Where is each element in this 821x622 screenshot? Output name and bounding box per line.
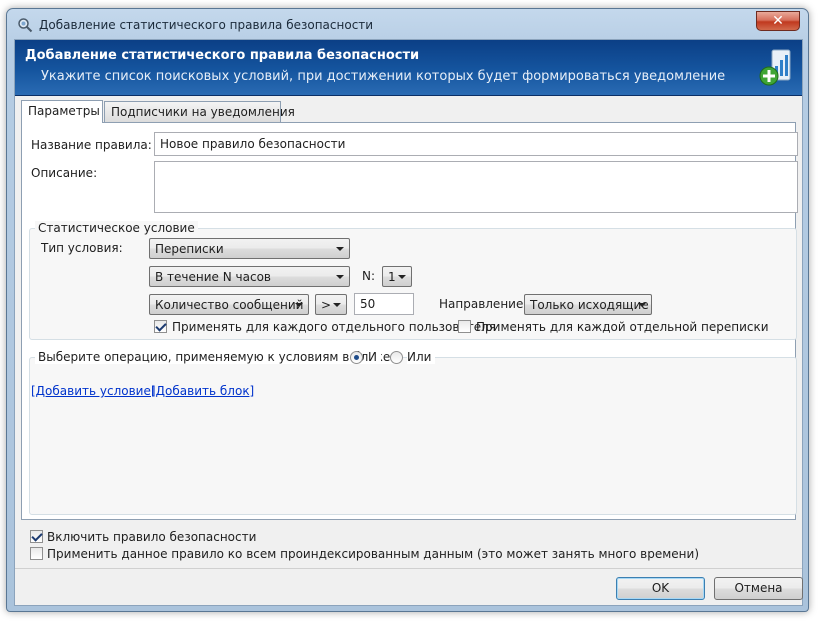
apply-indexed-checkbox[interactable] bbox=[30, 547, 43, 560]
condition-type-value: Переписки bbox=[155, 242, 224, 256]
cancel-button[interactable]: Отмена bbox=[714, 577, 803, 600]
rule-name-input[interactable]: Новое правило безопасности bbox=[154, 132, 798, 156]
period-value: В течение N часов bbox=[155, 270, 271, 284]
add-chart-icon bbox=[759, 49, 791, 86]
tab-subscribers[interactable]: Подписчики на уведомления bbox=[104, 101, 295, 122]
add-block-link[interactable]: [Добавить блок] bbox=[151, 384, 254, 398]
add-condition-link[interactable]: [Добавить условие] bbox=[31, 384, 156, 398]
description-input[interactable] bbox=[154, 161, 798, 213]
n-label: N: bbox=[362, 269, 376, 283]
apply-indexed-label: Применить данное правило ко всем проинде… bbox=[47, 547, 700, 561]
chevron-down-icon bbox=[398, 275, 406, 279]
operator-value: > bbox=[321, 298, 332, 312]
metric-select[interactable]: Количество сообщений bbox=[149, 294, 309, 315]
operations-group: Выберите операцию, применяемую к условия… bbox=[29, 350, 797, 515]
tab-panel-parameters: Название правила: Новое правило безопасн… bbox=[21, 122, 798, 520]
chevron-down-icon bbox=[295, 303, 303, 307]
per-user-checkbox[interactable] bbox=[154, 320, 167, 333]
condition-type-label: Тип условия: bbox=[41, 241, 123, 255]
tab-subscribers-label: Подписчики на уведомления bbox=[111, 105, 295, 119]
metric-value: Количество сообщений bbox=[155, 298, 304, 312]
period-select[interactable]: В течение N часов bbox=[149, 266, 350, 287]
close-button[interactable]: ✕ bbox=[756, 11, 800, 31]
direction-select[interactable]: Только исходящие bbox=[524, 294, 652, 315]
dialog-client-area: Добавление статистического правила безоп… bbox=[14, 39, 803, 606]
banner-subtitle: Укажите список поисковых условий, при до… bbox=[41, 69, 726, 84]
or-radio[interactable] bbox=[390, 351, 403, 364]
title-bar[interactable]: Добавление статистического правила безоп… bbox=[7, 9, 808, 39]
dialog-window: Добавление статистического правила безоп… bbox=[6, 8, 809, 612]
n-value: 1 bbox=[388, 270, 396, 284]
tab-parameters-label: Параметры bbox=[28, 104, 100, 118]
statistic-condition-legend: Статистическое условие bbox=[35, 221, 198, 235]
per-conversation-checkbox[interactable] bbox=[458, 320, 471, 333]
direction-label: Направление: bbox=[439, 297, 528, 311]
n-select[interactable]: 1 bbox=[382, 266, 412, 287]
tab-parameters[interactable]: Параметры bbox=[21, 100, 103, 123]
tab-strip: Параметры Подписчики на уведомления bbox=[21, 100, 796, 123]
enable-rule-label: Включить правило безопасности bbox=[47, 530, 257, 544]
per-user-label: Применять для каждого отдельного пользов… bbox=[172, 320, 497, 334]
banner-title: Добавление статистического правила безоп… bbox=[25, 48, 420, 63]
direction-value: Только исходящие bbox=[530, 298, 649, 312]
chevron-down-icon bbox=[336, 247, 344, 251]
and-radio[interactable] bbox=[350, 351, 363, 364]
header-banner: Добавление статистического правила безоп… bbox=[15, 40, 802, 96]
chevron-down-icon bbox=[336, 275, 344, 279]
ok-button[interactable]: OK bbox=[616, 577, 705, 600]
per-conversation-label: Применять для каждой отдельной переписки bbox=[476, 320, 769, 334]
or-label: Или bbox=[407, 350, 436, 364]
operator-select[interactable]: > bbox=[315, 294, 347, 315]
search-rule-icon bbox=[18, 18, 33, 33]
and-label: И bbox=[368, 350, 381, 364]
close-icon: ✕ bbox=[772, 13, 784, 29]
enable-rule-checkbox[interactable] bbox=[30, 530, 43, 543]
operations-legend: Выберите операцию, применяемую к условия… bbox=[35, 350, 398, 364]
chevron-down-icon bbox=[333, 303, 341, 307]
threshold-input[interactable]: 50 bbox=[354, 293, 414, 315]
window-title: Добавление статистического правила безоп… bbox=[39, 18, 374, 32]
rule-name-label: Название правила: bbox=[31, 138, 152, 152]
condition-type-select[interactable]: Переписки bbox=[149, 238, 350, 259]
chevron-down-icon bbox=[638, 303, 646, 307]
description-label: Описание: bbox=[31, 166, 98, 180]
operations-legend-text: Выберите операцию, применяемую к условия… bbox=[38, 350, 395, 364]
statistic-condition-group: Статистическое условие Тип условия: Пере… bbox=[29, 221, 797, 340]
footer-separator bbox=[15, 568, 802, 569]
